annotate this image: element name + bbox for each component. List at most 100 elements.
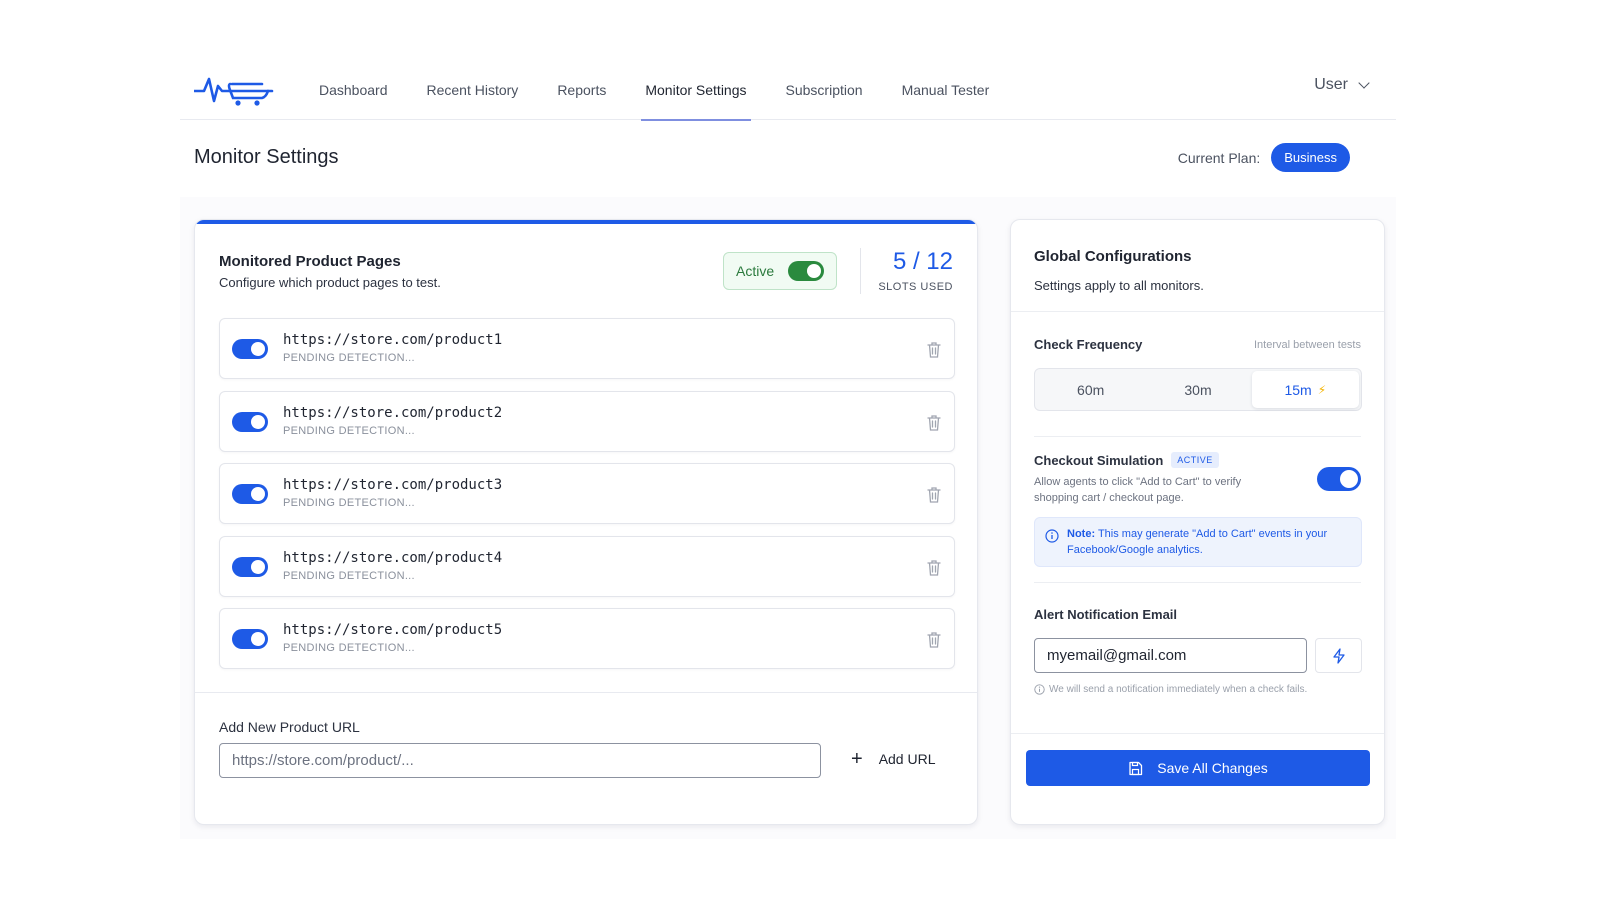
alert-email-label: Alert Notification Email xyxy=(1034,607,1178,622)
url-text: https://store.com/product4 xyxy=(283,550,503,566)
nav-tab-dashboard[interactable]: Dashboard xyxy=(315,60,392,120)
monitored-pages-title: Monitored Product Pages xyxy=(219,253,401,270)
card-accent-bar xyxy=(195,220,977,224)
active-status-pill: Active xyxy=(723,252,837,290)
add-url-button[interactable]: + Add URL xyxy=(851,749,936,769)
frequency-option-label: 15m xyxy=(1284,381,1312,398)
divider xyxy=(860,248,861,294)
url-text: https://store.com/product5 xyxy=(283,622,503,638)
url-row: https://store.com/product4 PENDING DETEC… xyxy=(219,536,955,597)
url-row: https://store.com/product3 PENDING DETEC… xyxy=(219,463,955,524)
toggle-knob xyxy=(1340,470,1358,488)
frequency-option-60m[interactable]: 60m xyxy=(1037,371,1144,408)
trash-icon[interactable] xyxy=(926,486,942,504)
logo-icon[interactable] xyxy=(194,74,274,108)
toggle-knob xyxy=(807,264,822,278)
active-label: Active xyxy=(736,263,775,279)
checkout-simulation-description: Allow agents to click "Add to Cart" to v… xyxy=(1034,476,1242,504)
divider xyxy=(1034,582,1361,583)
monitored-pages-subtitle: Configure which product pages to test. xyxy=(219,275,441,290)
info-icon xyxy=(1045,529,1059,543)
trash-icon[interactable] xyxy=(926,559,942,577)
slots-label: SLOTS USED xyxy=(878,281,953,293)
url-status: PENDING DETECTION... xyxy=(283,570,415,582)
save-icon xyxy=(1129,761,1143,775)
nav-tab-reports[interactable]: Reports xyxy=(553,60,610,120)
nav-tab-subscription[interactable]: Subscription xyxy=(782,60,867,120)
url-toggle[interactable] xyxy=(232,412,268,432)
toggle-knob xyxy=(251,487,265,501)
nav-tabs: Dashboard Recent History Reports Monitor… xyxy=(315,60,1024,121)
nav-tab-recent-history[interactable]: Recent History xyxy=(423,60,523,120)
frequency-option-label: 30m xyxy=(1184,381,1212,398)
monitored-pages-card: Monitored Product Pages Configure which … xyxy=(194,219,978,825)
add-url-button-label: Add URL xyxy=(878,751,936,767)
nav-tab-manual-tester[interactable]: Manual Tester xyxy=(898,60,994,120)
lightning-icon xyxy=(1332,647,1345,664)
note-text: This may generate "Add to Cart" events i… xyxy=(1067,528,1328,556)
user-menu-label: User xyxy=(1314,76,1348,93)
frequency-option-15m[interactable]: 15m ⚡ xyxy=(1251,371,1359,408)
checkout-status-badge: ACTIVE xyxy=(1171,452,1219,468)
user-menu[interactable]: User xyxy=(1314,76,1370,94)
url-status: PENDING DETECTION... xyxy=(283,642,415,654)
chevron-down-icon xyxy=(1358,77,1370,89)
global-config-subtitle: Settings apply to all monitors. xyxy=(1034,278,1204,293)
test-email-button[interactable] xyxy=(1315,638,1362,673)
url-toggle[interactable] xyxy=(232,484,268,504)
slots-count: 5 / 12 xyxy=(892,248,953,275)
note-prefix: Note: xyxy=(1067,528,1096,540)
add-url-section: Add New Product URL + Add URL xyxy=(195,692,977,824)
toggle-knob xyxy=(251,632,265,646)
url-status: PENDING DETECTION... xyxy=(283,352,415,364)
frequency-option-label: 60m xyxy=(1077,381,1105,398)
analytics-note: Note: This may generate "Add to Cart" ev… xyxy=(1034,517,1362,567)
plan-label: Current Plan: xyxy=(1177,149,1261,166)
nav-tab-monitor-settings[interactable]: Monitor Settings xyxy=(641,60,751,121)
current-plan: Current Plan: Business xyxy=(1178,143,1350,172)
url-text: https://store.com/product1 xyxy=(283,332,503,348)
lightning-icon: ⚡ xyxy=(1317,382,1327,397)
divider xyxy=(1034,436,1361,437)
trash-icon[interactable] xyxy=(926,631,942,649)
check-frequency-label: Check Frequency xyxy=(1034,337,1143,352)
url-toggle[interactable] xyxy=(232,629,268,649)
url-toggle[interactable] xyxy=(232,339,268,359)
url-text: https://store.com/product2 xyxy=(283,405,503,421)
divider xyxy=(1011,733,1384,734)
global-active-toggle[interactable] xyxy=(788,261,825,281)
email-hint: We will send a notification immediately … xyxy=(1034,684,1307,695)
plan-badge[interactable]: Business xyxy=(1271,143,1350,172)
checkout-simulation-header: Checkout Simulation ACTIVE xyxy=(1034,452,1219,468)
toggle-knob xyxy=(251,342,265,356)
frequency-option-30m[interactable]: 30m xyxy=(1144,371,1251,408)
url-text: https://store.com/product3 xyxy=(283,477,503,493)
top-navigation: Dashboard Recent History Reports Monitor… xyxy=(180,60,1396,121)
url-status: PENDING DETECTION... xyxy=(283,425,415,437)
checkout-simulation-label: Checkout Simulation xyxy=(1034,452,1164,468)
check-frequency-hint: Interval between tests xyxy=(1253,339,1361,351)
alert-email-input[interactable] xyxy=(1034,638,1307,673)
url-toggle[interactable] xyxy=(232,557,268,577)
email-hint-text: We will send a notification immediately … xyxy=(1049,684,1308,695)
checkout-simulation-toggle[interactable] xyxy=(1317,467,1361,491)
global-config-title: Global Configurations xyxy=(1034,248,1192,265)
url-row: https://store.com/product2 PENDING DETEC… xyxy=(219,391,955,452)
url-status: PENDING DETECTION... xyxy=(283,497,415,509)
global-config-card: Global Configurations Settings apply to … xyxy=(1010,219,1385,825)
toggle-knob xyxy=(251,560,265,574)
url-row: https://store.com/product5 PENDING DETEC… xyxy=(219,608,955,669)
frequency-selector: 60m 30m 15m ⚡ xyxy=(1034,368,1362,411)
url-row: https://store.com/product1 PENDING DETEC… xyxy=(219,318,955,379)
toggle-knob xyxy=(251,415,265,429)
add-url-label: Add New Product URL xyxy=(219,719,360,735)
trash-icon[interactable] xyxy=(926,414,942,432)
trash-icon[interactable] xyxy=(926,341,942,359)
save-all-changes-button[interactable]: Save All Changes xyxy=(1026,750,1370,786)
global-config-header: Global Configurations Settings apply to … xyxy=(1011,220,1384,312)
add-url-input[interactable] xyxy=(219,743,821,778)
info-icon xyxy=(1034,684,1045,695)
page-title: Monitor Settings xyxy=(194,146,339,168)
save-button-label: Save All Changes xyxy=(1157,760,1268,776)
plus-icon: + xyxy=(851,748,863,770)
